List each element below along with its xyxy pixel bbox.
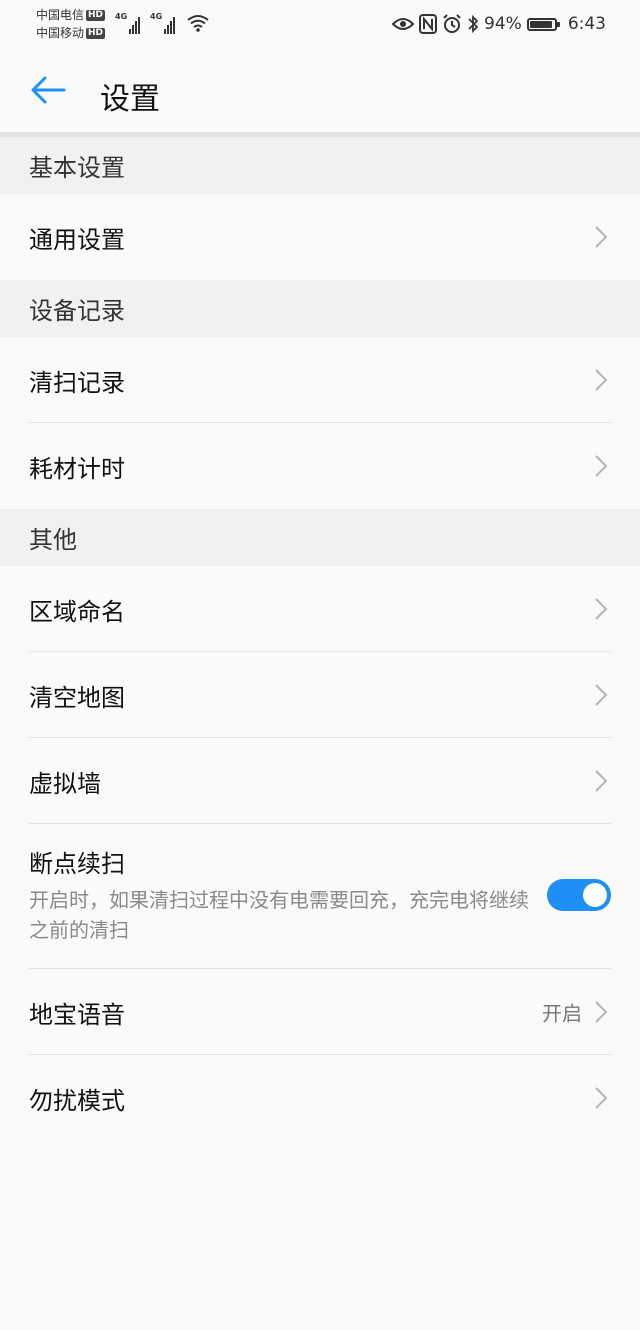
network-type-1: 4G	[115, 12, 128, 21]
do-not-disturb-item[interactable]: 勿扰模式	[0, 1055, 640, 1141]
chevron-right-icon	[595, 1087, 608, 1109]
signal-icon-1: 4G	[115, 12, 141, 34]
consumables-timer-item[interactable]: 耗材计时	[0, 423, 640, 509]
battery-percent: 94%	[484, 14, 522, 34]
carrier-info: 中国电信 HD 中国移动 HD	[36, 6, 106, 42]
hd-badge-1: HD	[86, 9, 106, 21]
do-not-disturb-label: 勿扰模式	[29, 1086, 125, 1115]
resume-cleaning-label: 断点续扫	[29, 850, 125, 878]
chevron-right-icon	[595, 770, 608, 792]
clean-record-item[interactable]: 清扫记录	[0, 337, 640, 423]
status-right: 94% 6:43	[392, 10, 606, 38]
voice-label: 地宝语音	[29, 1000, 125, 1029]
general-settings-label: 通用设置	[29, 225, 125, 254]
resume-cleaning-item: 断点续扫 开启时，如果清扫过程中没有电需要回充，充完电将继续之前的清扫	[0, 824, 640, 969]
chevron-right-icon	[595, 455, 608, 477]
chevron-right-icon	[595, 226, 608, 248]
eye-icon	[392, 18, 415, 30]
chevron-right-icon	[595, 1001, 608, 1023]
voice-value: 开启	[542, 1001, 582, 1026]
wifi-icon	[187, 15, 209, 32]
zone-naming-label: 区域命名	[29, 597, 125, 626]
clear-map-label: 清空地图	[29, 683, 125, 712]
toggle-knob	[583, 883, 607, 907]
chevron-right-icon	[595, 598, 608, 620]
section-header-basic: 基本设置	[0, 137, 640, 194]
page-title: 设置	[100, 82, 160, 117]
section-header-device: 设备记录	[0, 280, 640, 337]
voice-item[interactable]: 地宝语音 开启	[0, 969, 640, 1055]
back-button[interactable]	[26, 70, 74, 114]
chevron-right-icon	[595, 684, 608, 706]
carrier-1: 中国电信	[36, 8, 85, 22]
general-settings-item[interactable]: 通用设置	[0, 194, 640, 280]
zone-naming-item[interactable]: 区域命名	[0, 566, 640, 652]
app-header: 设置	[0, 50, 640, 132]
back-arrow-icon	[31, 76, 66, 104]
clean-record-label: 清扫记录	[29, 368, 125, 397]
alarm-icon	[443, 14, 461, 33]
battery-icon	[526, 17, 560, 31]
clear-map-item[interactable]: 清空地图	[0, 652, 640, 738]
carrier-2: 中国移动	[36, 26, 85, 40]
status-bar: 中国电信 HD 中国移动 HD 4G 4G 94% 6:43	[0, 0, 640, 50]
settings-list: 基本设置 通用设置 设备记录 清扫记录 耗材计时 其他 区域命名 清空地图 虚拟…	[0, 137, 640, 1141]
resume-cleaning-toggle[interactable]	[547, 879, 611, 911]
consumables-timer-label: 耗材计时	[29, 454, 125, 483]
resume-cleaning-description: 开启时，如果清扫过程中没有电需要回充，充完电将继续之前的清扫	[29, 888, 529, 942]
virtual-wall-label: 虚拟墙	[29, 769, 101, 798]
clock: 6:43	[567, 14, 606, 34]
chevron-right-icon	[595, 369, 608, 391]
network-type-2: 4G	[150, 12, 163, 21]
section-header-other: 其他	[0, 509, 640, 566]
bluetooth-icon	[468, 14, 479, 34]
signal-icon-2: 4G	[150, 12, 176, 34]
hd-badge-2: HD	[86, 27, 106, 39]
virtual-wall-item[interactable]: 虚拟墙	[0, 738, 640, 824]
nfc-icon	[419, 14, 438, 34]
